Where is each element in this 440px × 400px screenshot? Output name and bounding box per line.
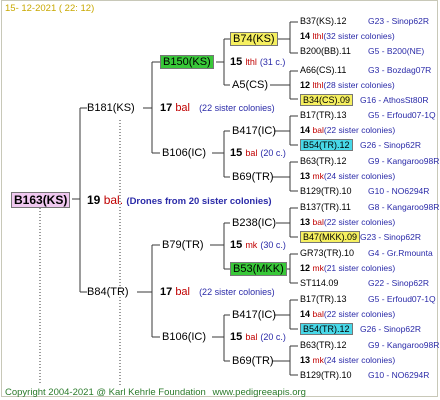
footer-site: www.pedigreeapis.org	[212, 387, 306, 398]
gen3-queen-6[interactable]: B53(MKK)	[230, 262, 287, 276]
gen3-queen-4[interactable]: B69(TR)	[232, 171, 274, 183]
gen2-info-1: 15 lthl (31 c.)	[230, 56, 286, 68]
gen1-queen-2[interactable]: B84(TR)	[87, 286, 129, 298]
grandparent-queen[interactable]: B137(TR).11 G8 - Kangaroo98R	[300, 202, 439, 213]
grandparent-drone[interactable]: B47(MKK).09 G23 - Sinop62R	[300, 231, 421, 243]
gen2-info-2: 15 bal (20 c.)	[230, 147, 286, 159]
gen1-info-1: 17 bal (22 sister colonies)	[160, 102, 275, 114]
grandparent-info: 12 lthl(28 sister colonies)	[300, 80, 395, 90]
gen2-queen-4[interactable]: B106(IC)	[162, 331, 206, 343]
gen2-queen-1[interactable]: B150(KS)	[160, 55, 214, 69]
gen3-queen-7[interactable]: B417(IC)	[232, 309, 276, 321]
root-info: 19 bal. (Drones from 20 sister colonies)	[87, 193, 272, 209]
gen3-queen-1[interactable]: B74(KS)	[230, 32, 278, 46]
gen1-queen-1[interactable]: B181(KS)	[87, 102, 135, 114]
gen3-queen-5[interactable]: B238(IC)	[232, 217, 276, 229]
root-bal: bal.	[103, 193, 124, 207]
grandparent-drone[interactable]: B54(TR).12 G26 - Sinop62R	[300, 139, 421, 151]
grandparent-queen[interactable]: B17(TR).13 G5 - Erfoud07-1Q	[300, 294, 436, 305]
grandparent-info: 14 bal(22 sister colonies)	[300, 309, 396, 319]
grandparent-queen[interactable]: A66(CS).11 G3 - Bozdag07R	[300, 65, 431, 76]
gen1-info-2: 17 bal (22 sister colonies)	[160, 286, 275, 298]
root-note: (Drones from 20 sister colonies)	[126, 196, 272, 207]
grandparent-drone[interactable]: B129(TR).10 G10 - NO6294R	[300, 370, 429, 381]
grandparent-info: 13 bal(22 sister colonies)	[300, 217, 396, 227]
gen2-queen-2[interactable]: B106(IC)	[162, 147, 206, 159]
grandparent-drone[interactable]: ST114.09 G22 - Sinop62R	[300, 278, 429, 289]
grandparent-queen[interactable]: B63(TR).12 G9 - Kangaroo98R	[300, 156, 439, 167]
gen3-queen-8[interactable]: B69(TR)	[232, 355, 274, 367]
grandparent-queen[interactable]: GR73(TR).10 G4 - Gr.Rmounta	[300, 248, 433, 259]
gen3-queen-3[interactable]: B417(IC)	[232, 125, 276, 137]
footer-copyright: Copyright 2004-2021 @ Karl Kehrle Founda…	[5, 387, 206, 398]
gen2-info-4: 15 bal (20 c.)	[230, 331, 286, 343]
grandparent-info: 14 lthl(32 sister colonies)	[300, 31, 395, 41]
grandparent-info: 12 mk(21 sister colonies)	[300, 263, 396, 273]
grandparent-queen[interactable]: B37(KS).12 G23 - Sinop62R	[300, 16, 429, 27]
grandparent-drone[interactable]: B54(TR).12 G26 - Sinop62R	[300, 323, 421, 335]
grandparent-drone[interactable]: B34(CS).09 G16 - AthosSt80R	[300, 94, 429, 106]
grandparent-info: 13 mk(24 sister colonies)	[300, 355, 396, 365]
footer: Copyright 2004-2021 @ Karl Kehrle Founda…	[5, 387, 306, 398]
grandparent-info: 13 mk(24 sister colonies)	[300, 171, 396, 181]
gen2-queen-3[interactable]: B79(TR)	[162, 239, 204, 251]
grandparent-drone[interactable]: B129(TR).10 G10 - NO6294R	[300, 186, 429, 197]
grandparent-drone[interactable]: B200(BB).11 G5 - B200(NE)	[300, 46, 424, 57]
gen3-queen-2[interactable]: A5(CS)	[232, 79, 268, 91]
grandparent-queen[interactable]: B17(TR).13 G5 - Erfoud07-1Q	[300, 110, 436, 121]
gen2-info-3: 15 mk (30 c.)	[230, 239, 286, 251]
root-age: 19	[87, 193, 101, 207]
root-queen[interactable]: B163(KS)	[11, 192, 71, 208]
grandparent-queen[interactable]: B63(TR).12 G9 - Kangaroo98R	[300, 340, 439, 351]
pedigree-chart: 15- 12-2021 ( 22: 12) B163(KS) 19 bal. (…	[0, 0, 440, 400]
grandparent-info: 14 bal(22 sister colonies)	[300, 125, 396, 135]
